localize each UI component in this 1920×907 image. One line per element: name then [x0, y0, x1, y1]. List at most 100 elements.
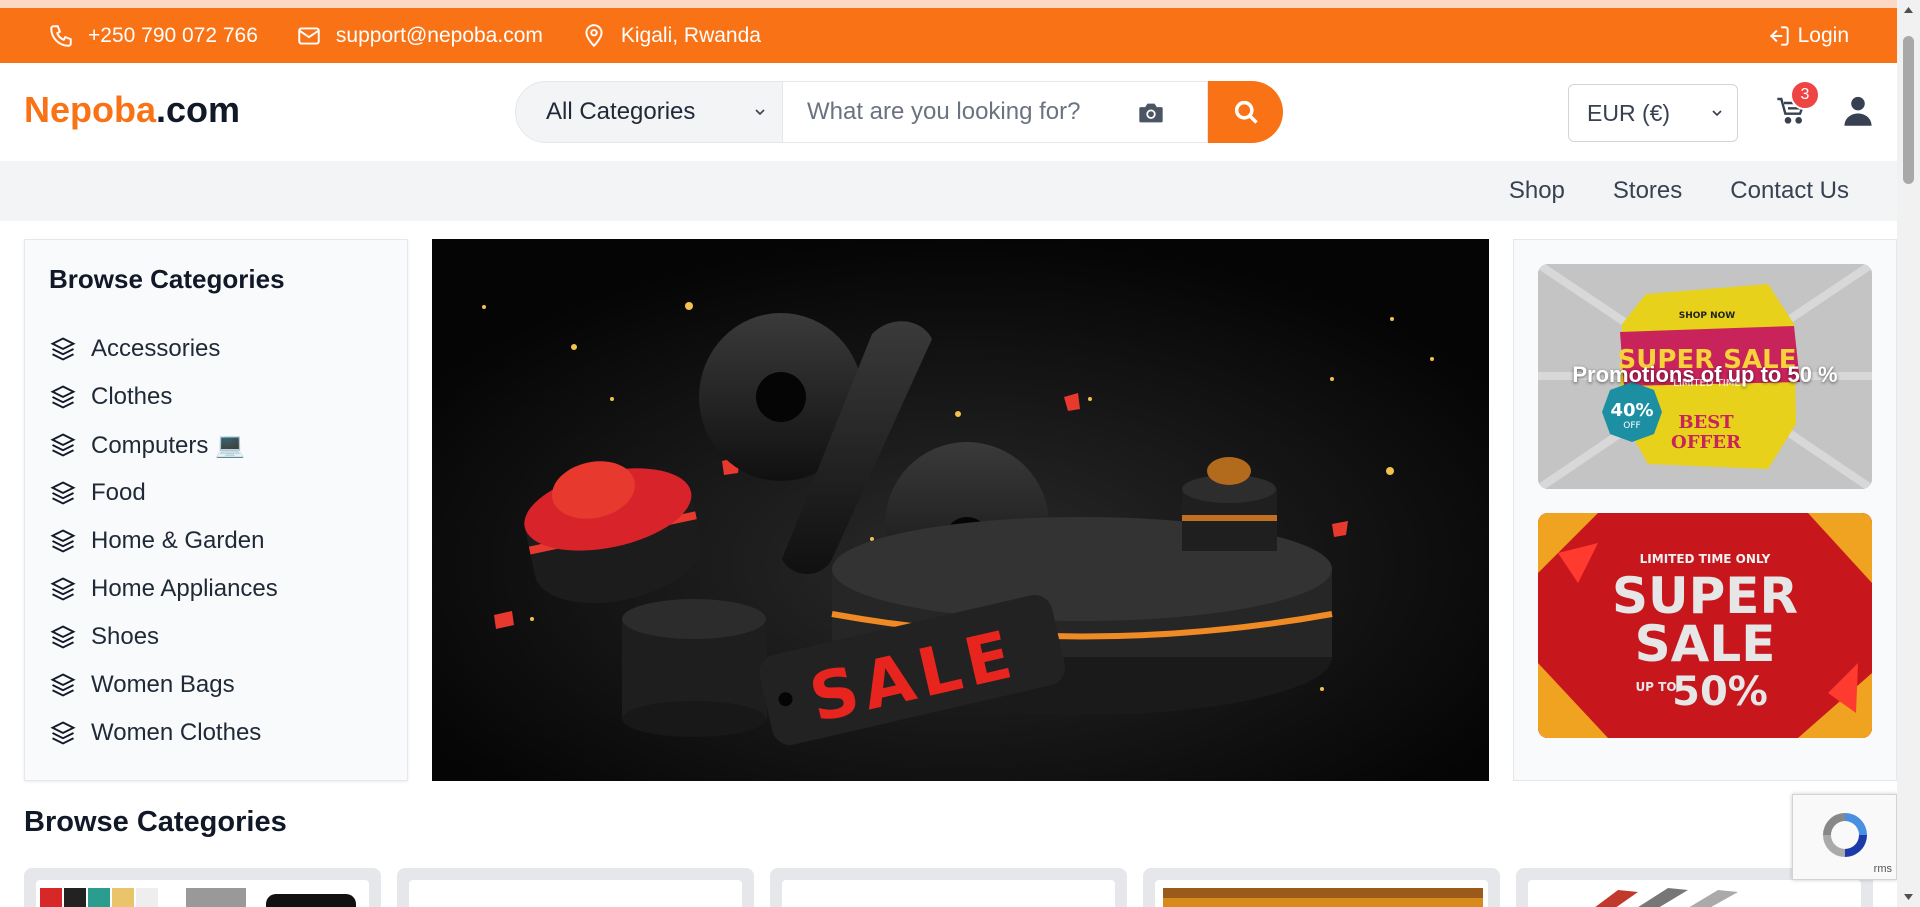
sidebar-item-home-appliances[interactable]: Home Appliances [49, 565, 383, 613]
sidebar-item-women-clothes[interactable]: Women Clothes [49, 709, 383, 757]
sidebar-item-computers[interactable]: Computers 💻 [49, 421, 383, 469]
account-button[interactable] [1843, 95, 1873, 132]
recaptcha-icon [1823, 813, 1867, 857]
category-card-thumbnail [1163, 888, 1483, 907]
mail-icon [298, 26, 320, 45]
sidebar-item-clothes[interactable]: Clothes [49, 373, 383, 421]
layers-icon [50, 433, 76, 457]
sidebar-item-label: Computers 💻 [91, 431, 245, 459]
top-contact-bar: +250 790 072 766 support@nepoba.com Kiga… [0, 8, 1897, 63]
scroll-down-icon[interactable] [1903, 893, 1914, 901]
sidebar-item-home-garden[interactable]: Home & Garden [49, 517, 383, 565]
promo-1-offer: OFFER [1671, 432, 1742, 453]
layers-icon [50, 529, 76, 553]
layers-icon [50, 385, 76, 409]
nav-shop[interactable]: Shop [1509, 177, 1565, 205]
category-card[interactable] [397, 868, 754, 907]
promo-2-artwork: LIMITED TIME ONLY SUPER SALE UP TO 50% [1538, 513, 1872, 738]
category-card-image [1528, 880, 1861, 907]
currency-select[interactable]: EUR (€) [1568, 84, 1738, 142]
cart-count-badge: 3 [1790, 80, 1820, 110]
logo-brand: Nepoba [24, 89, 157, 130]
promo-2-limited: LIMITED TIME ONLY [1640, 552, 1771, 566]
layers-icon [50, 577, 76, 601]
scrollbar-thumb[interactable] [1903, 36, 1914, 184]
cart-button[interactable]: 3 [1776, 80, 1820, 131]
promo-1-label: Promotions of up to 50 % [1572, 362, 1838, 387]
category-card-image [36, 880, 369, 907]
sidebar-item-shoes[interactable]: Shoes [49, 613, 383, 661]
category-card-thumbnail [1595, 888, 1738, 907]
user-icon [1844, 96, 1872, 126]
scroll-up-icon[interactable] [1903, 6, 1914, 14]
phone-number: +250 790 072 766 [88, 23, 258, 47]
sidebar-item-label: Accessories [91, 335, 221, 362]
email-address: support@nepoba.com [335, 23, 543, 47]
promo-1-badge-off: OFF [1623, 421, 1640, 431]
chevron-down-icon [755, 109, 765, 116]
promo-1-best: BEST [1678, 412, 1734, 433]
search-bar: All Categories [515, 81, 1283, 143]
sidebar-item-accessories[interactable]: Accessories [49, 325, 383, 373]
hero-banner[interactable]: SALE [432, 239, 1489, 781]
category-card-thumbnail [40, 888, 356, 907]
sidebar-item-label: Shoes [91, 623, 160, 650]
section-title: Browse Categories [24, 806, 287, 838]
login-icon [1769, 25, 1789, 46]
promo-1-shop-now: SHOP NOW [1679, 311, 1736, 321]
site-logo[interactable]: Nepoba.com [24, 89, 240, 131]
promo-banner-1[interactable]: SHOP NOW SUPER SALE LIMITED TIME 40% OFF… [1538, 264, 1872, 489]
map-pin-icon [585, 23, 603, 47]
category-select-value: All Categories [546, 98, 696, 125]
location-text: Kigali, Rwanda [620, 23, 761, 47]
chevron-down-icon [1712, 110, 1722, 117]
search-icon [1234, 100, 1258, 124]
hero-sale-illustration: SALE [432, 239, 1489, 781]
currency-value: EUR (€) [1587, 99, 1671, 126]
login-label: Login [1797, 23, 1849, 47]
promo-2-sale: SALE [1635, 615, 1776, 673]
category-card[interactable] [1143, 868, 1500, 907]
promo-1-badge: 40% [1610, 400, 1653, 421]
sidebar-title: Browse Categories [49, 264, 285, 294]
category-card[interactable] [24, 868, 381, 907]
category-card[interactable] [770, 868, 1127, 907]
top-accent-line [0, 0, 1897, 8]
recaptcha-terms[interactable]: rms [1874, 863, 1892, 875]
logo-tld: .com [156, 89, 241, 130]
phone-icon [50, 24, 72, 47]
layers-icon [50, 625, 76, 649]
nav-contact-us[interactable]: Contact Us [1730, 177, 1849, 205]
layers-icon [50, 673, 76, 697]
category-select[interactable]: All Categories [515, 81, 783, 143]
promo-2-upto: UP TO [1635, 680, 1676, 694]
search-field [783, 81, 1208, 143]
promo-2-percent: 50% [1672, 669, 1768, 715]
email-contact[interactable]: support@nepoba.com [296, 23, 543, 49]
layers-icon [50, 481, 76, 505]
sidebar-item-label: Women Clothes [91, 719, 262, 746]
main-header: Nepoba.com All Categories EUR (€) 3 [0, 63, 1897, 161]
sidebar-item-label: Home & Garden [91, 527, 265, 554]
sidebar-item-food[interactable]: Food [49, 469, 383, 517]
page-scrollbar[interactable] [1897, 0, 1920, 907]
sidebar-item-women-bags[interactable]: Women Bags [49, 661, 383, 709]
login-link[interactable]: Login [1766, 8, 1849, 63]
promo-column: SHOP NOW SUPER SALE LIMITED TIME 40% OFF… [1513, 239, 1897, 781]
promo-banner-2[interactable]: LIMITED TIME ONLY SUPER SALE UP TO 50% [1538, 513, 1872, 738]
layers-icon [50, 337, 76, 361]
nav-stores[interactable]: Stores [1613, 177, 1682, 205]
category-card-image [782, 880, 1115, 907]
main-nav: Shop Stores Contact Us [0, 161, 1897, 221]
sidebar-item-label: Women Bags [91, 671, 235, 698]
location-contact: Kigali, Rwanda [581, 23, 761, 49]
camera-icon[interactable] [1137, 100, 1165, 126]
phone-contact[interactable]: +250 790 072 766 [48, 23, 258, 49]
recaptcha-widget[interactable]: rms [1792, 794, 1897, 880]
category-card-image [409, 880, 742, 907]
category-sidebar: Browse Categories Accessories Clothes Co… [24, 239, 408, 781]
search-button[interactable] [1208, 81, 1283, 143]
sidebar-item-label: Home Appliances [91, 575, 278, 602]
search-input[interactable] [807, 98, 1127, 126]
sidebar-item-label: Clothes [91, 383, 173, 410]
